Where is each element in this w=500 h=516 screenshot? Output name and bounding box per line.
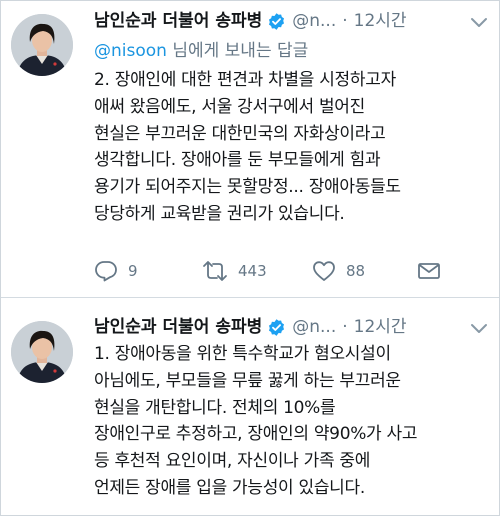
- avatar[interactable]: [11, 14, 73, 76]
- reply-icon: [94, 260, 118, 282]
- separator-dot: ·: [342, 11, 348, 31]
- timeline: 남인순과 더불어 송파병 @n... · 12시간 @nisoon 님에게 보내는 답…: [0, 0, 500, 516]
- timestamp[interactable]: 12시간: [354, 8, 407, 34]
- retweet-button[interactable]: 443: [202, 256, 267, 286]
- tweet-text-line: 언제든 장애를 입을 가능성이 있습니다.: [94, 477, 365, 498]
- tweet-text-line: 아님에도, 부모들을 무릎 꿇게 하는 부끄러운: [94, 370, 401, 391]
- tweet-text-line: 1. 장애아동을 위한 특수학교가 혐오시설이: [94, 344, 391, 364]
- author-name[interactable]: 남인순과 더불어 송파병: [94, 314, 262, 340]
- tweet-item[interactable]: 남인순과 더불어 송파병 @n... · 12시간 1. 장애아동을 위한 특수학교가…: [1, 299, 499, 515]
- tweet-text-line: 현실을 개탄합니다. 전체의 10%를: [94, 397, 336, 418]
- tweet-text-line: 애써 왔음에도, 서울 강서구에서 벌어진: [94, 96, 365, 117]
- tweet-text-line: 당당하게 교육받을 권리가 있습니다.: [94, 203, 345, 224]
- retweet-count: 443: [238, 262, 267, 280]
- tweet-text-line: 등 후천적 요인이며, 자신이나 가족 중에: [94, 451, 371, 472]
- tweet-item[interactable]: 남인순과 더불어 송파병 @n... · 12시간 @nisoon 님에게 보내는 답…: [1, 1, 499, 298]
- reply-suffix: 님에게 보내는 답글: [166, 41, 309, 61]
- direct-message-button[interactable]: [417, 256, 441, 286]
- like-count: 88: [346, 262, 366, 280]
- heart-icon: [312, 260, 336, 282]
- like-button[interactable]: 88: [312, 256, 365, 286]
- timestamp[interactable]: 12시간: [354, 314, 407, 340]
- tweet-text: 1. 장애아동을 위한 특수학교가 혐오시설이 아님에도, 부모들을 무릎 꿇게…: [94, 341, 494, 502]
- envelope-icon: [417, 261, 441, 281]
- chevron-down-icon[interactable]: [469, 15, 489, 29]
- tweet-header: 남인순과 더불어 송파병 @n... · 12시간: [94, 314, 407, 340]
- verified-badge-icon: [267, 12, 286, 31]
- tweet-text: 2. 장애인에 대한 편견과 차별을 시정하고자 애써 왔음에도, 서울 강서구…: [94, 67, 494, 228]
- chevron-down-icon[interactable]: [469, 321, 489, 335]
- reply-button[interactable]: 9: [94, 256, 138, 286]
- reply-context: @nisoon 님에게 보내는 답글: [94, 38, 308, 64]
- tweet-header: 남인순과 더불어 송파병 @n... · 12시간: [94, 8, 407, 34]
- reply-count: 9: [128, 262, 138, 280]
- tweet-text-line: 용기가 되어주지는 못할망정... 장애아동들도: [94, 177, 401, 198]
- separator-dot: ·: [342, 317, 348, 337]
- author-handle[interactable]: @n...: [292, 8, 336, 34]
- author-name[interactable]: 남인순과 더불어 송파병: [94, 8, 262, 34]
- tweet-text-line: 2. 장애인에 대한 편견과 차별을 시정하고자: [94, 70, 396, 90]
- tweet-text-line: 현실은 부끄러운 대한민국의 자화상이라고: [94, 123, 386, 144]
- author-handle[interactable]: @n...: [292, 314, 336, 340]
- mention-link[interactable]: @nisoon: [94, 41, 167, 61]
- tweet-actions: 9 443 88: [94, 256, 489, 286]
- avatar[interactable]: [11, 321, 73, 383]
- tweet-text-line: 장애인구로 추정하고, 장애인의 약90%가 사고: [94, 424, 418, 445]
- tweet-text-line: 생각합니다. 장애아를 둔 부모들에게 힘과: [94, 150, 381, 171]
- verified-badge-icon: [267, 318, 286, 337]
- retweet-icon: [202, 260, 228, 282]
